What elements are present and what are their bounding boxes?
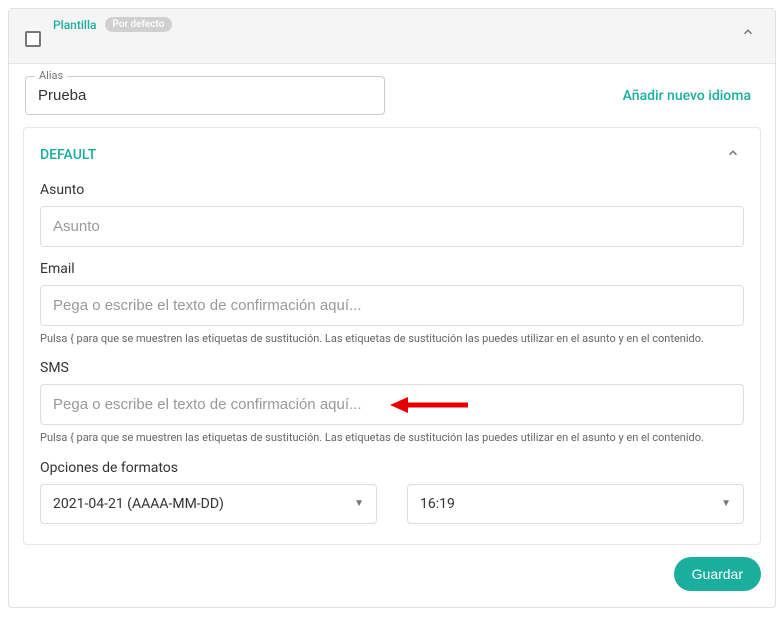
sms-helper: Pulsa { para que se muestren las etiquet… [40,431,744,445]
plantilla-label: Plantilla [53,18,97,32]
time-col: 16:19 ▼ [407,484,744,524]
chevron-down-icon: ▼ [354,498,364,509]
date-col: 2021-04-21 (AAAA-MM-DD) ▼ [40,484,377,524]
header-left: Plantilla Por defecto [25,21,172,47]
asunto-input[interactable] [40,206,744,247]
email-helper: Pulsa { para que se muestren las etiquet… [40,332,744,346]
default-section: DEFAULT Asunto Email Pulsa { para que se… [23,127,761,545]
alias-row: Alias Añadir nuevo idioma [17,64,767,121]
default-header: DEFAULT [24,128,760,182]
template-card: Plantilla Por defecto Alias Añadir nuevo… [8,8,776,608]
add-language-link[interactable]: Añadir nuevo idioma [623,88,759,104]
sms-block: SMS Pulsa { para que se muestren las eti… [40,360,744,445]
collapse-icon[interactable] [737,21,759,47]
email-label: Email [40,261,744,277]
date-format-select[interactable]: 2021-04-21 (AAAA-MM-DD) ▼ [40,484,377,524]
alias-field-wrap: Alias [25,76,385,115]
default-badge: Por defecto [105,17,173,32]
alias-label: Alias [35,69,67,82]
email-block: Email Pulsa { para que se muestren las e… [40,261,744,346]
time-format-select[interactable]: 16:19 ▼ [407,484,744,524]
chevron-down-icon: ▼ [721,498,731,509]
section-collapse-icon[interactable] [722,142,744,168]
save-button[interactable]: Guardar [674,557,761,591]
time-format-value: 16:19 [420,496,455,512]
alias-input[interactable] [25,76,385,115]
header-meta: Plantilla Por defecto [53,17,172,32]
card-body: Alias Añadir nuevo idioma DEFAULT Asunto… [9,64,775,607]
sms-input-wrap [40,384,744,425]
format-row: 2021-04-21 (AAAA-MM-DD) ▼ 16:19 ▼ [40,484,744,524]
sms-label: SMS [40,360,744,376]
format-label: Opciones de formatos [40,460,744,476]
template-checkbox[interactable] [25,31,41,47]
default-title: DEFAULT [40,147,96,163]
format-block: Opciones de formatos 2021-04-21 (AAAA-MM… [40,460,744,524]
asunto-label: Asunto [40,182,744,198]
default-body: Asunto Email Pulsa { para que se muestre… [24,182,760,544]
date-format-value: 2021-04-21 (AAAA-MM-DD) [53,496,224,512]
card-header: Plantilla Por defecto [9,9,775,64]
footer: Guardar [17,545,767,597]
asunto-block: Asunto [40,182,744,247]
email-input[interactable] [40,285,744,326]
sms-input[interactable] [40,384,744,425]
